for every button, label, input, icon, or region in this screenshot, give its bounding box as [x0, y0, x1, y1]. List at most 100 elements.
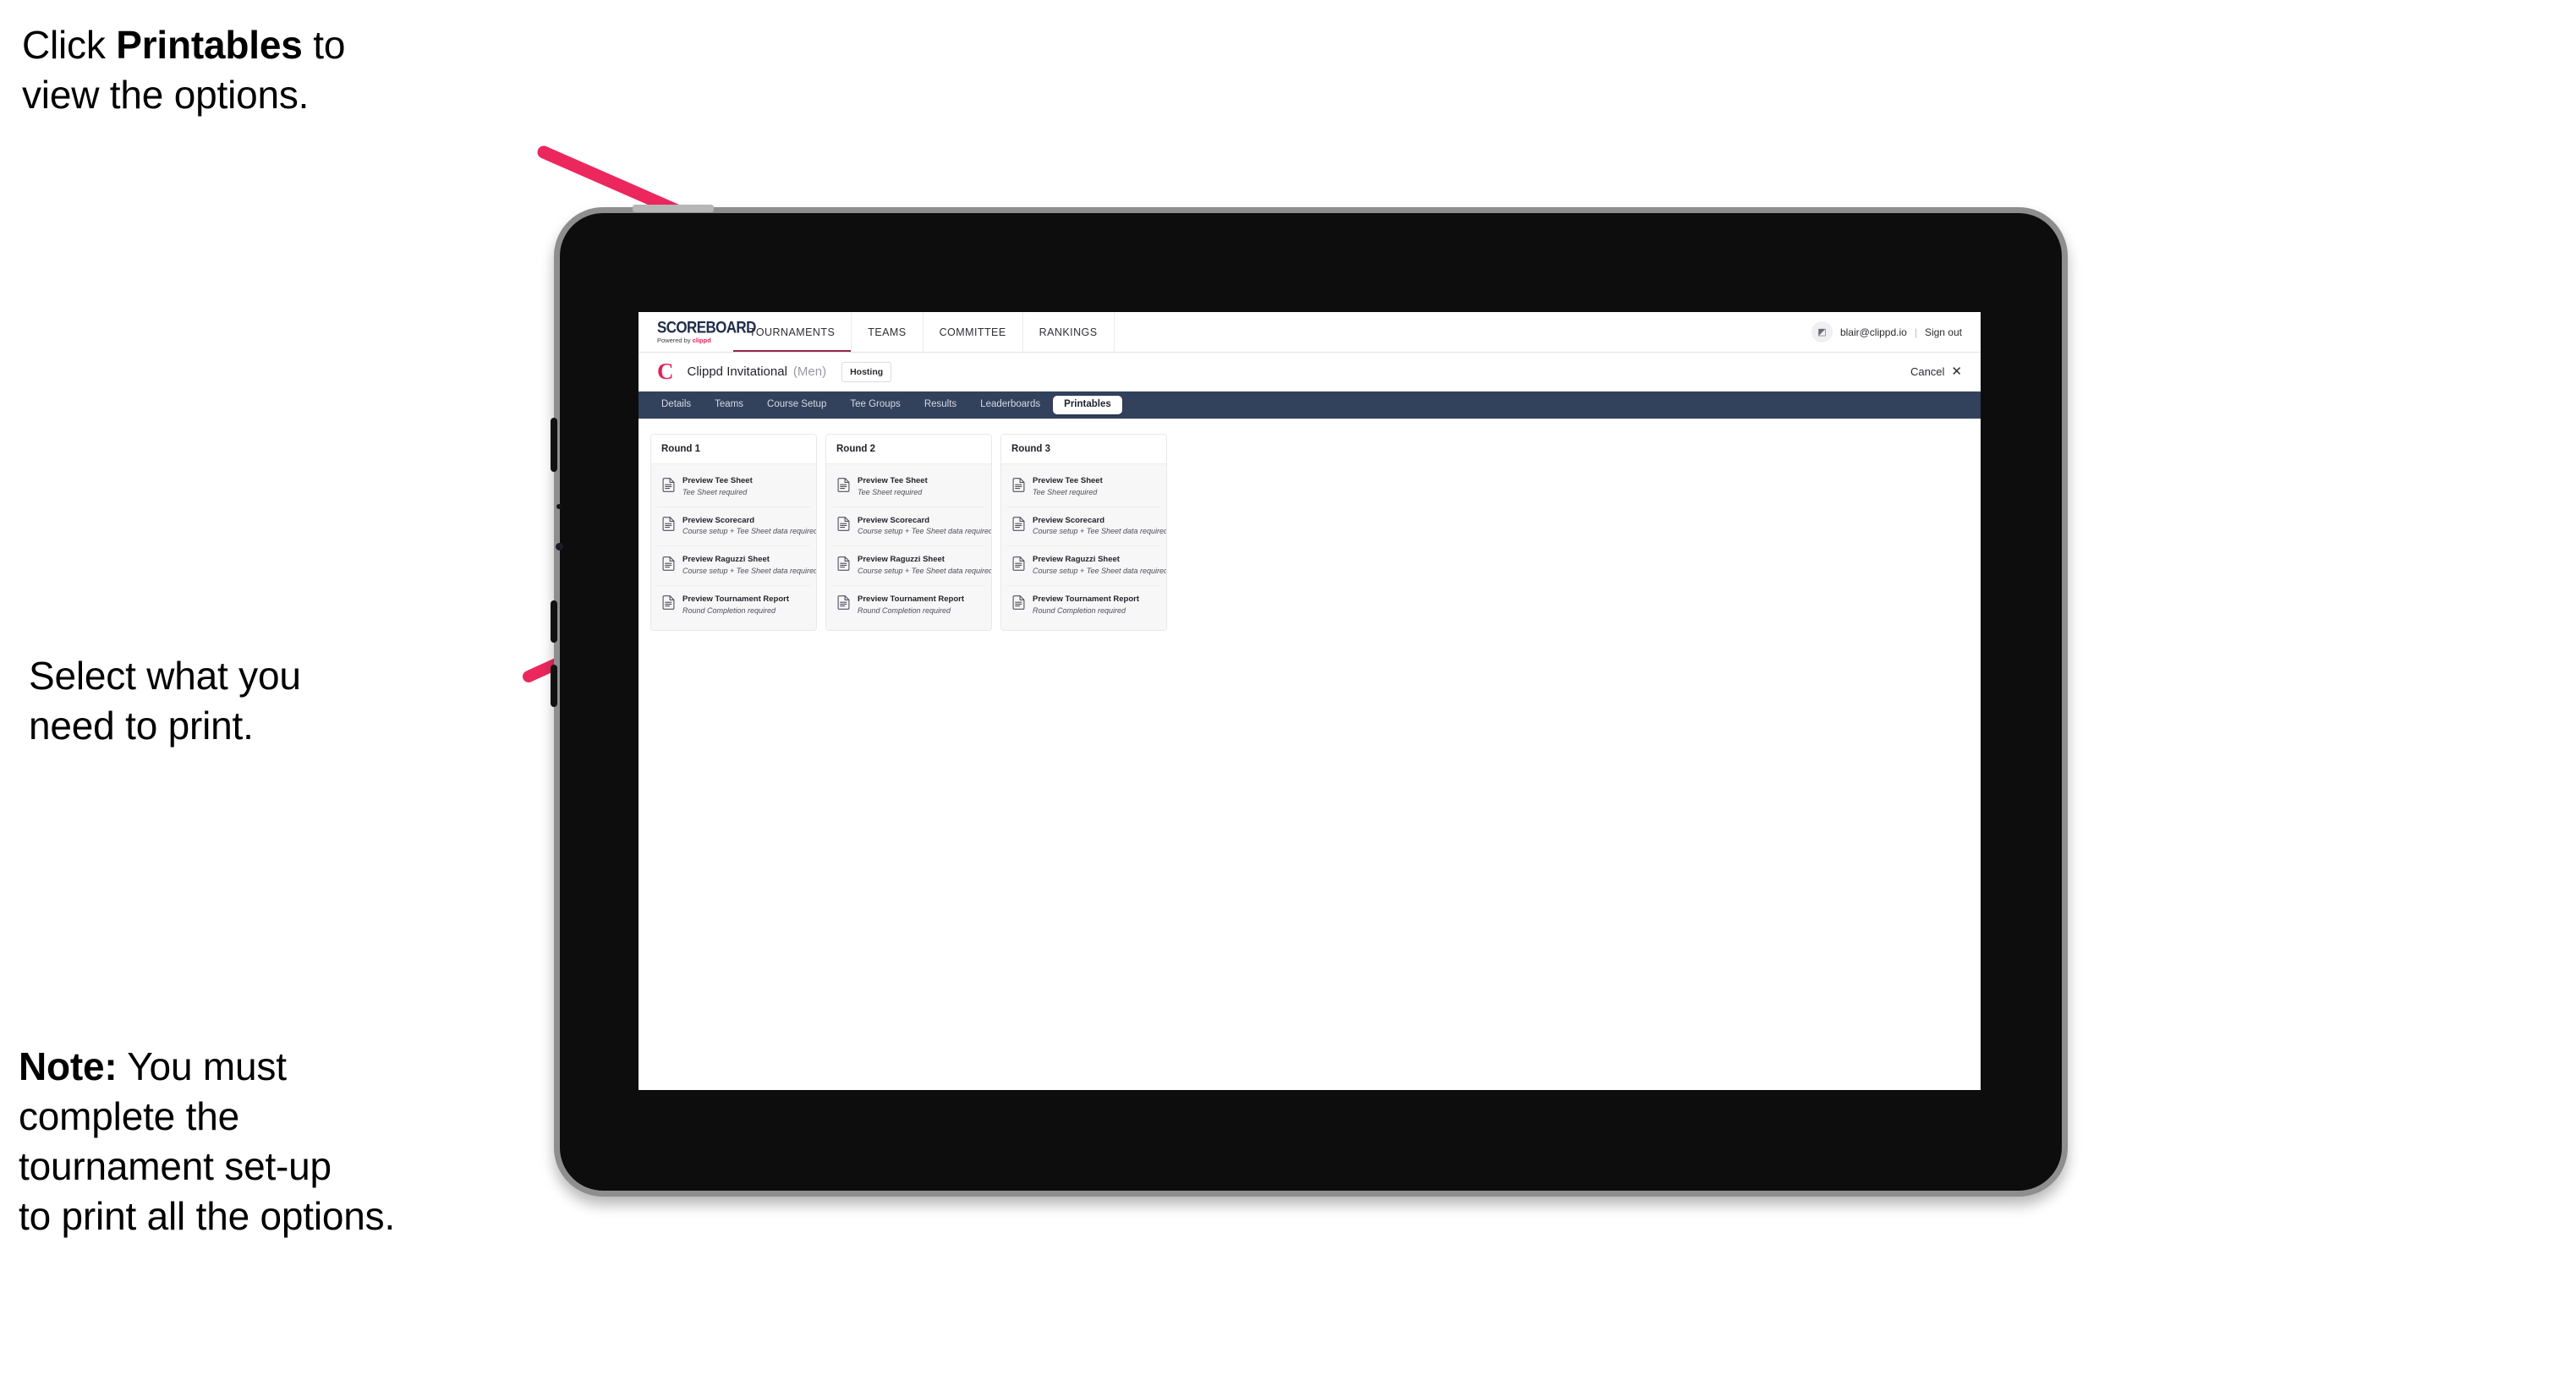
printable-item-title: Preview Raguzzi Sheet — [682, 555, 770, 565]
topnav-spacer — [1115, 312, 1811, 352]
printable-item-title: Preview Tournament Report — [858, 594, 964, 604]
printable-item-requirement: Tee Sheet required — [1033, 487, 1098, 496]
printable-item[interactable]: Preview Scorecard Course setup + Tee Shee… — [832, 507, 992, 547]
printable-item-requirement: Course setup + Tee Sheet data required — [858, 567, 992, 575]
tablet-side-button-1[interactable] — [551, 418, 557, 472]
annotation-select-to-print: Select what you need to print. — [29, 654, 301, 748]
tab-label: Leaderboards — [980, 399, 1041, 410]
document-icon — [1012, 595, 1025, 614]
printable-item[interactable]: Preview Tournament Report Round Completio… — [832, 586, 985, 625]
tab-teams[interactable]: Teams — [704, 396, 754, 414]
topnav-item-tournaments[interactable]: TOURNAMENTS — [733, 312, 852, 352]
tab-printables[interactable]: Printables — [1053, 396, 1122, 414]
app-top-navigation-bar: SCOREBOARD Powered by clippd TOURNAMENTS… — [639, 312, 1981, 353]
printable-item[interactable]: Preview Raguzzi Sheet Course setup + Tee … — [657, 546, 817, 586]
printable-item-text: Preview Tee Sheet Tee Sheet required — [1033, 476, 1103, 498]
printable-item-requirement: Course setup + Tee Sheet data required — [682, 527, 817, 536]
document-icon — [1012, 517, 1025, 535]
printable-item-title: Preview Scorecard — [1033, 515, 1105, 525]
tab-label: Printables — [1064, 399, 1111, 410]
document-icon — [837, 556, 850, 575]
document-icon — [1012, 477, 1025, 496]
cancel-button[interactable]: Cancel ✕ — [1910, 365, 1962, 378]
tablet-top-speaker — [633, 205, 714, 212]
printable-item-requirement: Round Completion required — [1033, 605, 1126, 615]
annotation-1-pre: Click — [22, 23, 117, 67]
printable-item[interactable]: Preview Raguzzi Sheet Course setup + Tee … — [832, 546, 992, 586]
printable-item-text: Preview Tee Sheet Tee Sheet required — [858, 476, 928, 498]
printable-item[interactable]: Preview Raguzzi Sheet Course setup + Tee … — [1007, 546, 1166, 586]
tab-label: Results — [924, 399, 957, 410]
printable-item-text: Preview Raguzzi Sheet Course setup + Tee … — [1033, 555, 1166, 577]
account-area: ◩ blair@clippd.io | Sign out — [1811, 312, 1981, 352]
round-title: Round 2 — [826, 435, 991, 464]
tablet-device-frame: SCOREBOARD Powered by clippd TOURNAMENTS… — [551, 205, 2068, 1197]
printable-item-requirement: Course setup + Tee Sheet data required — [682, 567, 817, 575]
printable-item-requirement: Round Completion required — [858, 605, 951, 615]
tab-label: Tee Groups — [850, 399, 901, 410]
printables-content-area: Round 1 Preview Tee Sheet Tee Sheet requir… — [639, 419, 1981, 1090]
round-title: Round 3 — [1001, 435, 1166, 464]
tablet-volume-down-button[interactable] — [551, 665, 557, 707]
tab-leaderboards[interactable]: Leaderboards — [969, 396, 1051, 414]
topnav-item-rankings[interactable]: RANKINGS — [1023, 312, 1115, 352]
printable-item-title: Preview Scorecard — [858, 515, 930, 525]
topnav-item-committee[interactable]: COMMITTEE — [924, 312, 1023, 352]
tablet-volume-up-button[interactable] — [551, 600, 557, 643]
round-column: Round 3 Preview Tee Sheet Tee Sheet requir… — [1000, 434, 1167, 632]
printable-item-title: Preview Tournament Report — [682, 594, 789, 604]
annotation-click-printables: Click Printables to view the options. — [22, 20, 563, 120]
tab-course-setup[interactable]: Course Setup — [756, 396, 837, 414]
printable-item-requirement: Tee Sheet required — [682, 487, 748, 496]
printable-item[interactable]: Preview Tee Sheet Tee Sheet required — [1007, 468, 1160, 507]
document-icon — [662, 517, 675, 535]
tab-results[interactable]: Results — [913, 396, 967, 414]
annotation-1-bold: Printables — [116, 23, 303, 67]
account-email: blair@clippd.io — [1839, 326, 1907, 338]
printable-item-text: Preview Scorecard Course setup + Tee Shee… — [858, 515, 992, 538]
cancel-label: Cancel — [1910, 365, 1945, 378]
printable-item[interactable]: Preview Tee Sheet Tee Sheet required — [657, 468, 810, 507]
printable-item[interactable]: Preview Scorecard Course setup + Tee Shee… — [1007, 507, 1166, 547]
topnav-label: RANKINGS — [1039, 326, 1098, 338]
printable-item-title: Preview Raguzzi Sheet — [1033, 555, 1120, 565]
document-icon — [837, 595, 850, 614]
topnav-label: COMMITTEE — [939, 326, 1006, 338]
avatar-icon[interactable]: ◩ — [1811, 321, 1833, 342]
close-icon: ✕ — [1951, 364, 1962, 379]
tab-tee-groups[interactable]: Tee Groups — [839, 396, 911, 414]
round-column: Round 2 Preview Tee Sheet Tee Sheet requir… — [825, 434, 992, 632]
tab-label: Course Setup — [767, 399, 827, 410]
document-icon — [837, 477, 850, 496]
tab-label: Details — [661, 399, 692, 410]
printable-item-requirement: Round Completion required — [682, 605, 776, 615]
printable-item-requirement: Course setup + Tee Sheet data required — [858, 527, 992, 536]
tournament-header-bar: C Clippd Invitational (Men) Hosting Canc… — [639, 353, 1981, 392]
printable-item-text: Preview Raguzzi Sheet Course setup + Tee … — [682, 555, 817, 577]
round-items-list: Preview Tee Sheet Tee Sheet required Previ… — [826, 464, 992, 631]
printable-item-title: Preview Tee Sheet — [1033, 476, 1103, 485]
printable-item-text: Preview Scorecard Course setup + Tee Shee… — [682, 515, 817, 538]
document-icon — [662, 595, 675, 614]
round-column: Round 1 Preview Tee Sheet Tee Sheet requir… — [650, 434, 817, 632]
tournament-name: Clippd Invitational — [687, 364, 787, 379]
printable-item-requirement: Tee Sheet required — [858, 487, 923, 496]
printable-item[interactable]: Preview Tee Sheet Tee Sheet required — [832, 468, 985, 507]
printable-item[interactable]: Preview Tournament Report Round Completio… — [1007, 586, 1160, 625]
tab-label: Teams — [715, 399, 744, 410]
logo-tagline: Powered by clippd — [657, 337, 733, 344]
sign-out-link[interactable]: Sign out — [1925, 326, 1962, 338]
tablet-side-microphone — [556, 504, 562, 509]
printable-item[interactable]: Preview Tournament Report Round Completio… — [657, 586, 810, 625]
tab-details[interactable]: Details — [650, 396, 702, 414]
topnav-label: TOURNAMENTS — [749, 326, 836, 338]
logo-tagline-prefix: Powered by — [657, 336, 693, 344]
printable-item[interactable]: Preview Scorecard Course setup + Tee Shee… — [657, 507, 817, 547]
annotation-3-bold: Note: — [19, 1044, 118, 1088]
printable-item-text: Preview Tournament Report Round Completio… — [682, 594, 789, 616]
printable-item-title: Preview Scorecard — [682, 515, 755, 525]
scoreboard-logo[interactable]: SCOREBOARD Powered by clippd — [639, 312, 756, 352]
round-items-list: Preview Tee Sheet Tee Sheet required Previ… — [1001, 464, 1166, 631]
document-icon — [837, 517, 850, 535]
topnav-item-teams[interactable]: TEAMS — [852, 312, 924, 352]
